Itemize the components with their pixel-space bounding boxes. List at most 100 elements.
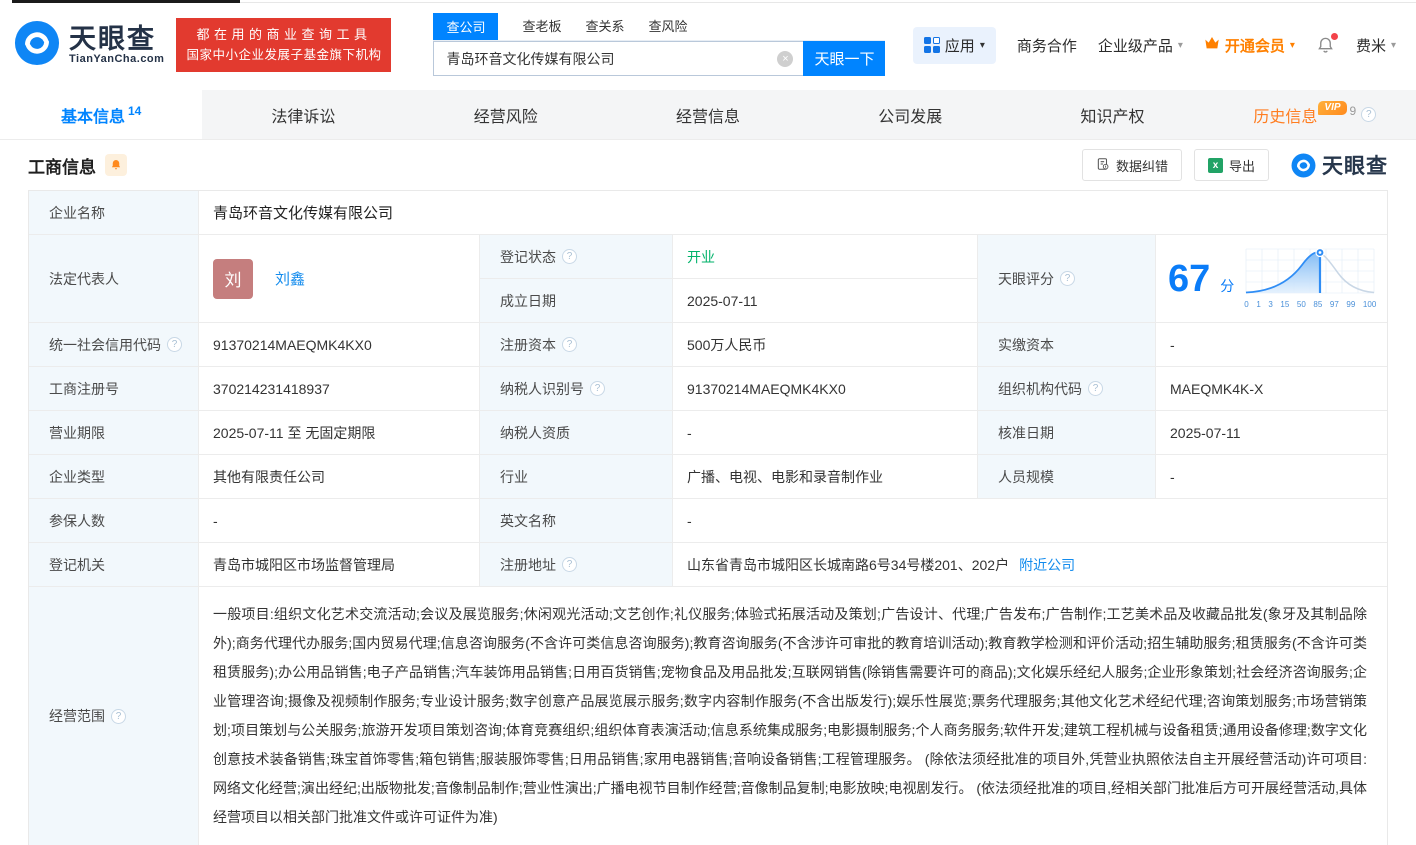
export-label: 导出 [1229,156,1255,175]
score-value: 67 [1168,260,1210,298]
tab-business-info[interactable]: 经营信息 [607,90,809,139]
field-value-credit-code: 91370214MAEQMK4KX0 [199,323,480,367]
search-button[interactable]: 天眼一下 [803,41,885,76]
tab-history-info[interactable]: 历史信息VIP 9 ? [1214,90,1416,139]
search-tabs: 查公司 查老板 查关系 查风险 [433,14,885,41]
field-value-company-type: 其他有限责任公司 [199,455,480,499]
caret-down-icon: ▾ [1290,40,1295,51]
field-value-established-date: 2025-07-11 [673,279,978,323]
nav-cooperation-label: 商务合作 [1017,35,1077,56]
field-value-paid-in-capital: - [1156,323,1387,367]
field-value-insured-count: - [199,499,480,543]
legal-rep-name-link[interactable]: 刘鑫 [275,268,305,289]
field-value-organization-code: MAEQMK4K-X [1156,367,1387,411]
tianyancha-watermark: 天眼查 [1291,150,1388,180]
business-info-table: 企业名称 青岛环音文化传媒有限公司 法定代表人 刘 刘鑫 登记状态 ? 开业 成… [28,190,1388,845]
correction-icon [1096,157,1110,174]
help-icon[interactable]: ? [1088,381,1103,396]
field-label-company-name: 企业名称 [29,191,199,235]
slogan-line2: 国家中小企业发展子基金旗下机构 [186,45,381,65]
help-icon[interactable]: ? [167,337,182,352]
help-icon[interactable]: ? [111,709,126,724]
nav-open-vip[interactable]: 开通会员 ▾ [1204,35,1295,56]
slogan-line1: 都在用的商业查询工具 [186,25,381,45]
search-tab-boss[interactable]: 查老板 [522,16,561,40]
caret-down-icon: ▾ [1178,40,1183,51]
help-icon[interactable]: ? [562,337,577,352]
notification-bell-icon[interactable] [1316,36,1335,55]
caret-down-icon: ▾ [1391,40,1396,51]
tianyancha-watermark-icon [1291,153,1316,178]
help-icon[interactable]: ? [562,249,577,264]
field-value-tianyan-score: 67 分 [1156,235,1387,323]
nav-cooperation[interactable]: 商务合作 [1017,35,1077,56]
field-label-established-date: 成立日期 [480,279,673,323]
browser-artifact-line [240,2,1416,3]
field-value-registered-address: 山东省青岛市城阳区长城南路6号34号楼201、202户 附近公司 [673,543,1387,587]
tianyancha-logo[interactable]: 天眼查 TianYanCha.com [14,20,164,71]
search-area: 查公司 查老板 查关系 查风险 × 天眼一下 [433,14,885,76]
score-distribution-chart: 0131550859799100 [1244,248,1376,309]
browser-artifact [12,0,240,3]
field-label-approval-date: 核准日期 [978,411,1156,455]
site-header: 天眼查 TianYanCha.com 都在用的商业查询工具 国家中小企业发展子基… [0,0,1416,90]
field-label-taxpayer-qualification: 纳税人资质 [480,411,673,455]
score-chart-axis: 0131550859799100 [1244,300,1376,309]
help-icon[interactable]: ? [562,557,577,572]
field-label-tianyan-score: 天眼评分 ? [978,235,1156,323]
caret-down-icon: ▾ [980,40,985,51]
help-icon[interactable]: ? [590,381,605,396]
nav-vip-label: 开通会员 [1225,35,1285,56]
excel-icon: x [1208,158,1223,173]
field-label-registered-address: 注册地址 ? [480,543,673,587]
vip-badge: VIP [1318,101,1346,115]
tianyancha-logo-icon [14,20,60,71]
search-input[interactable] [433,41,803,76]
logo-text-cn: 天眼查 [69,25,164,53]
search-tab-relation[interactable]: 查关系 [585,16,624,40]
field-value-taxpayer-qualification: - [673,411,978,455]
section-title: 工商信息 [28,153,96,178]
export-button[interactable]: x 导出 [1194,149,1269,181]
score-unit: 分 [1220,276,1234,296]
logo-text-en: TianYanCha.com [69,53,164,65]
header-nav: 应用 ▾ 商务合作 企业级产品 ▾ 开通会员 ▾ 费米 ▾ [913,27,1396,64]
help-icon[interactable]: ? [1060,271,1075,286]
data-correction-button[interactable]: 数据纠错 [1082,149,1182,181]
nav-apps[interactable]: 应用 ▾ [913,27,996,64]
nav-enterprise-products[interactable]: 企业级产品 ▾ [1098,35,1183,56]
nav-enterprise-label: 企业级产品 [1098,35,1173,56]
field-value-company-name: 青岛环音文化传媒有限公司 [199,191,1387,235]
subscribe-bell-icon[interactable] [105,154,127,176]
field-label-registration-authority: 登记机关 [29,543,199,587]
company-tabbar: 基本信息 14 法律诉讼 经营风险 经营信息 公司发展 知识产权 历史信息VIP… [0,90,1416,140]
nearby-companies-link[interactable]: 附近公司 [1019,555,1075,575]
field-value-registered-capital: 500万人民币 [673,323,978,367]
field-label-organization-code: 组织机构代码 ? [978,367,1156,411]
field-value-english-name: - [673,499,1387,543]
tab-basic-info-label: 基本信息 [61,103,125,127]
tab-legal-litigation[interactable]: 法律诉讼 [202,90,404,139]
search-tab-risk[interactable]: 查风险 [649,16,688,40]
tab-company-development[interactable]: 公司发展 [809,90,1011,139]
field-value-registration-authority: 青岛市城阳区市场监督管理局 [199,543,480,587]
tab-basic-info-count: 14 [128,104,141,118]
field-value-registration-status: 开业 [673,235,978,279]
tab-history-count: 9 [1350,104,1357,118]
nav-user-menu[interactable]: 费米 ▾ [1356,35,1396,56]
data-correction-label: 数据纠错 [1116,156,1168,175]
notification-dot [1331,33,1338,40]
field-value-industry: 广播、电视、电影和录音制作业 [673,455,978,499]
field-label-registration-number: 工商注册号 [29,367,199,411]
field-label-business-term: 营业期限 [29,411,199,455]
tab-basic-info[interactable]: 基本信息 14 [0,90,202,139]
field-label-registered-capital: 注册资本 ? [480,323,673,367]
help-icon[interactable]: ? [1361,107,1376,122]
status-badge: 开业 [687,247,715,267]
field-label-taxpayer-id: 纳税人识别号 ? [480,367,673,411]
tab-intellectual-property[interactable]: 知识产权 [1011,90,1213,139]
legal-rep-avatar[interactable]: 刘 [213,259,253,299]
search-tab-company[interactable]: 查公司 [433,13,498,40]
field-label-company-type: 企业类型 [29,455,199,499]
tab-business-risk[interactable]: 经营风险 [405,90,607,139]
